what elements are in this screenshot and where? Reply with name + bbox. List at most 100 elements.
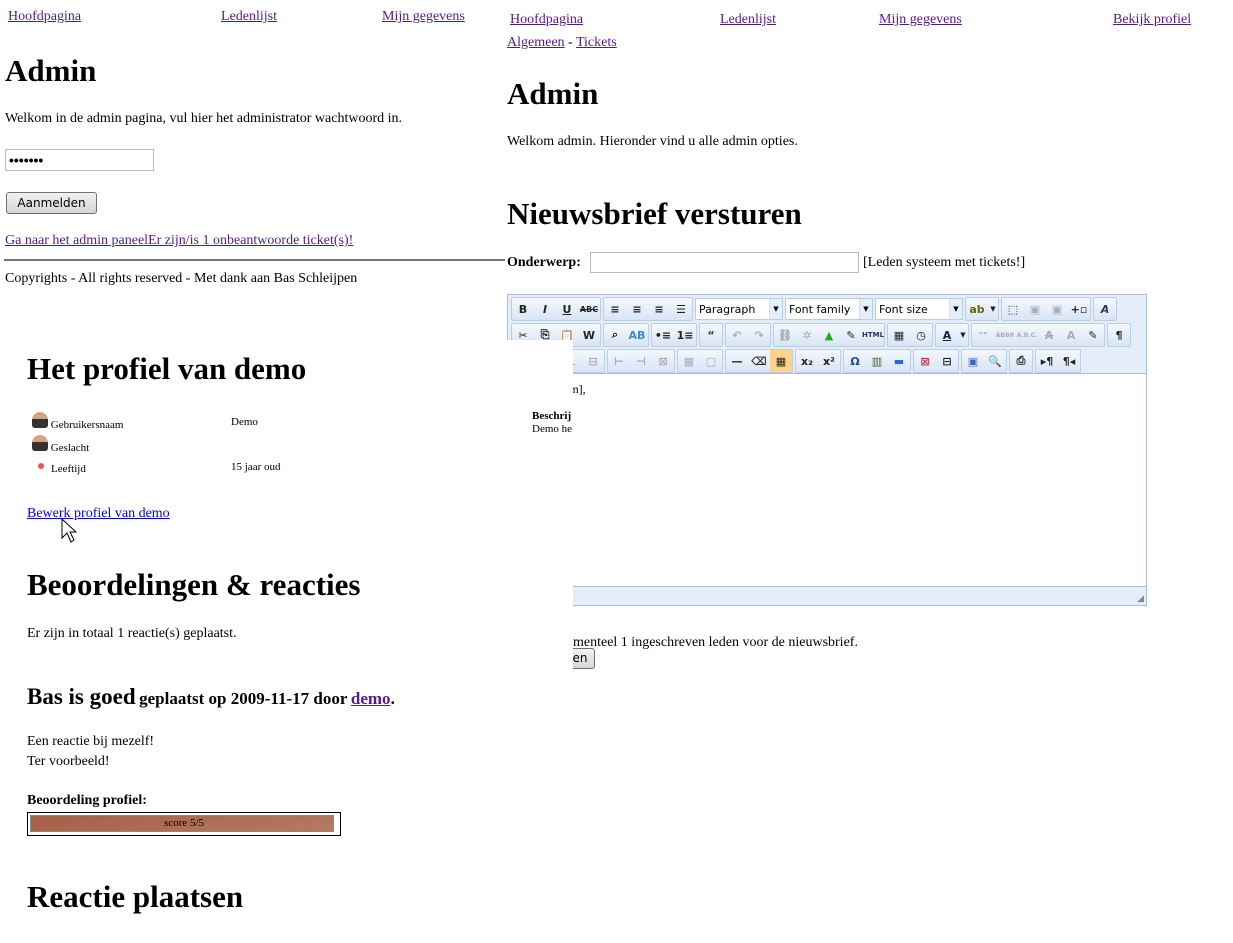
login-button[interactable]: Aanmelden bbox=[6, 192, 97, 214]
align-justify-icon[interactable]: ☰ bbox=[670, 298, 692, 320]
print-icon[interactable]: ⎙ bbox=[1010, 350, 1032, 372]
link-icon[interactable]: ⛓ bbox=[774, 324, 796, 346]
chevron-down-icon[interactable]: ▼ bbox=[988, 298, 998, 320]
subscript-icon[interactable]: x₂ bbox=[796, 350, 818, 372]
page-break-icon[interactable]: ⊟ bbox=[936, 350, 958, 372]
edit-profile-link[interactable]: Bewerk profiel van demo bbox=[27, 506, 170, 522]
text-color-icon[interactable]: A bbox=[936, 324, 958, 346]
abbr-icon[interactable]: ABBR bbox=[994, 324, 1016, 346]
find-icon[interactable]: ⌕ bbox=[604, 324, 626, 346]
bullet-list-icon[interactable]: •≡ bbox=[652, 324, 674, 346]
superscript-icon[interactable]: x² bbox=[818, 350, 840, 372]
reviews-title: Beoordelingen & reacties bbox=[27, 567, 361, 602]
advanced-hr-icon[interactable]: ▬ bbox=[888, 350, 910, 372]
html-icon[interactable]: HTML bbox=[862, 324, 884, 346]
admin-panel-link[interactable]: Ga naar het admin paneelEr zijn/is 1 onb… bbox=[5, 233, 353, 249]
layer-back-icon[interactable]: ▣ bbox=[1024, 298, 1046, 320]
profile-page-bg-top bbox=[0, 300, 505, 340]
remove-format-icon[interactable]: ⌫ bbox=[748, 350, 770, 372]
resize-handle-icon[interactable]: ◢ bbox=[1137, 593, 1144, 604]
profile-page: Het profiel van demo Gebruikersnaam Demo… bbox=[0, 300, 573, 943]
insert-icon[interactable]: A bbox=[1060, 324, 1082, 346]
preview-icon[interactable]: 🔍 bbox=[984, 350, 1006, 372]
col-before-icon[interactable]: ⊢ bbox=[608, 350, 630, 372]
horizontal-rule-icon[interactable]: — bbox=[726, 350, 748, 372]
insert-date-icon[interactable]: ▦ bbox=[888, 324, 910, 346]
comment-meta: geplaatst op 2009-11-17 door bbox=[139, 689, 348, 708]
editor-content[interactable]: am], bbox=[508, 373, 1146, 587]
media-icon[interactable]: ▥ bbox=[866, 350, 888, 372]
template-icon[interactable]: ▣ bbox=[962, 350, 984, 372]
cleanup-icon[interactable]: ✎ bbox=[840, 324, 862, 346]
nav-mijn-gegevens[interactable]: Mijn gegevens bbox=[879, 12, 962, 28]
strikethrough-icon[interactable]: ABC bbox=[578, 298, 600, 320]
insert-time-icon[interactable]: ◷ bbox=[910, 324, 932, 346]
subject-input[interactable] bbox=[590, 252, 859, 273]
comment-header: Bas is goed geplaatst op 2009-11-17 door… bbox=[27, 684, 395, 710]
insert-layer-icon[interactable]: +▫ bbox=[1068, 298, 1090, 320]
paste-word-icon[interactable]: W bbox=[578, 324, 600, 346]
align-left-icon[interactable]: ≡ bbox=[604, 298, 626, 320]
merge-cells-icon[interactable]: ▢ bbox=[700, 350, 722, 372]
align-right-icon[interactable]: ≡ bbox=[648, 298, 670, 320]
nav-hoofdpagina[interactable]: Hoofdpagina bbox=[510, 12, 583, 28]
delete-col-icon[interactable]: ⊠ bbox=[652, 350, 674, 372]
col-after-icon[interactable]: ⊣ bbox=[630, 350, 652, 372]
layer-front-icon[interactable]: ▣ bbox=[1046, 298, 1068, 320]
subnav-tickets[interactable]: Tickets bbox=[576, 35, 617, 50]
nav-bekijk-profiel[interactable]: Bekijk profiel bbox=[1113, 12, 1191, 28]
comment-line-2: Ter voorbeeld! bbox=[27, 754, 110, 769]
styles-icon[interactable]: A bbox=[1094, 298, 1116, 320]
table-icon[interactable]: ▦ bbox=[770, 350, 792, 372]
font-size-select[interactable]: Font size ▼ bbox=[875, 298, 963, 320]
special-char-icon[interactable]: Ω bbox=[844, 350, 866, 372]
ltr-icon[interactable]: ▸¶ bbox=[1036, 350, 1058, 372]
delete-icon[interactable]: A bbox=[1038, 324, 1060, 346]
chevron-down-icon: ▼ bbox=[769, 299, 782, 319]
nav-ledenlijst[interactable]: Ledenlijst bbox=[720, 12, 776, 28]
numbered-list-icon[interactable]: 1≡ bbox=[674, 324, 696, 346]
nav-ledenlijst[interactable]: Ledenlijst bbox=[221, 9, 277, 25]
acronym-icon[interactable]: A.B.C. bbox=[1016, 324, 1038, 346]
cite-icon[interactable]: “” bbox=[972, 324, 994, 346]
font-family-select[interactable]: Font family ▼ bbox=[785, 298, 873, 320]
undo-icon[interactable]: ↶ bbox=[726, 324, 748, 346]
subscribers-text: menteel 1 ingeschreven leden voor de nie… bbox=[573, 635, 858, 650]
field-label: Geslacht bbox=[50, 442, 90, 454]
comment-title: Bas is goed bbox=[27, 684, 136, 709]
nav-hoofdpagina[interactable]: Hoofdpagina bbox=[8, 9, 81, 25]
rich-text-editor[interactable]: B I U ABC ≡ ≡ ≡ ☰ Paragraph ▼ Font family ▼ Font… bbox=[507, 294, 1147, 606]
subject-hint: [Leden systeem met tickets!] bbox=[863, 255, 1026, 270]
user-icon bbox=[32, 435, 48, 451]
split-cells-icon[interactable]: ▦ bbox=[678, 350, 700, 372]
attributes-icon[interactable]: ✎ bbox=[1082, 324, 1104, 346]
align-center-icon[interactable]: ≡ bbox=[626, 298, 648, 320]
unlink-icon[interactable]: ✲ bbox=[796, 324, 818, 346]
page-title: Admin bbox=[507, 76, 599, 111]
fullscreen-icon[interactable]: ⊠ bbox=[914, 350, 936, 372]
footer-text: Copyrights - All rights reserved - Met d… bbox=[5, 271, 358, 286]
rtl-icon[interactable]: ¶◂ bbox=[1058, 350, 1080, 372]
password-input[interactable] bbox=[5, 149, 154, 171]
format-select[interactable]: Paragraph ▼ bbox=[695, 298, 783, 320]
visual-chars-icon[interactable]: ¶ bbox=[1108, 324, 1130, 346]
comment-meta-suffix: . bbox=[390, 689, 395, 708]
comment-author-link[interactable]: demo bbox=[351, 689, 391, 708]
content-description-text: Demo he bbox=[532, 423, 573, 435]
rating-bar: score 5/5 bbox=[27, 812, 341, 836]
field-label: Leeftijd bbox=[51, 463, 86, 475]
blockquote-icon[interactable]: “ bbox=[700, 324, 722, 346]
delete-row-icon[interactable]: ⊟ bbox=[582, 350, 604, 372]
redo-icon[interactable]: ↷ bbox=[748, 324, 770, 346]
subnav-algemeen[interactable]: Algemeen bbox=[507, 35, 565, 50]
chevron-down-icon[interactable]: ▼ bbox=[958, 324, 968, 346]
highlight-color-icon[interactable]: ab bbox=[966, 298, 988, 320]
field-label: Gebruikersnaam bbox=[50, 419, 124, 431]
image-icon[interactable]: ▲ bbox=[818, 324, 840, 346]
rating-label: Beoordeling profiel: bbox=[27, 793, 147, 808]
red-dot-icon bbox=[38, 463, 44, 469]
select-all-icon[interactable]: ⬚ bbox=[1002, 298, 1024, 320]
nav-mijn-gegevens[interactable]: Mijn gegevens bbox=[382, 9, 465, 25]
toolbar-row-3: ▤ ⊤⊥⊟ ⊢⊣⊠ ▦▢ —⌫▦ x₂x² Ω▥▬ ⊠⊟ ▣🔍 ⎙ ▸¶¶◂ bbox=[511, 349, 1081, 373]
replace-icon[interactable]: AB bbox=[626, 324, 648, 346]
